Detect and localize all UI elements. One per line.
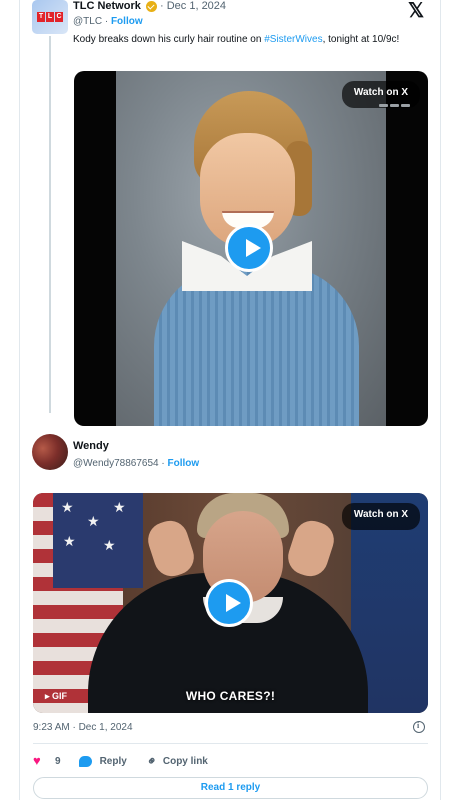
play-icon[interactable] — [225, 224, 273, 272]
reply-author-name[interactable]: Wendy — [73, 440, 109, 452]
reply-follow-button[interactable]: Follow — [168, 458, 200, 469]
gif-player[interactable]: ★ ★ ★ ★ ★ Watch on X ▸ GIF WHO CARES?! — [33, 493, 428, 713]
separator: · — [104, 16, 109, 27]
link-icon[interactable]: ⚭ — [143, 752, 160, 769]
logo-letter-t: T — [37, 12, 45, 22]
divider — [33, 743, 428, 744]
watch-progress-icon — [379, 104, 410, 107]
reply-button[interactable]: Reply — [100, 756, 127, 767]
heart-icon[interactable]: ♥ — [33, 754, 47, 767]
logo-letter-c: C — [55, 12, 63, 22]
tlc-avatar[interactable]: T L C — [32, 0, 68, 34]
video-player[interactable]: Watch on X — [74, 71, 428, 426]
separator: · — [161, 458, 165, 469]
tweet-date[interactable]: · Dec 1, 2024 — [160, 0, 226, 12]
verified-badge-icon — [146, 1, 157, 12]
info-icon[interactable] — [413, 721, 425, 733]
logo-letter-l: L — [46, 12, 54, 22]
read-replies-button[interactable]: Read 1 reply — [33, 777, 428, 799]
action-bar: ♥ 9 Reply ⚭ Copy link — [33, 752, 208, 769]
tlc-logo: T L C — [37, 12, 63, 22]
tweet-text-start: Kody breaks down his curly hair routine … — [73, 34, 265, 45]
wendy-avatar[interactable] — [32, 434, 68, 470]
x-logo-icon[interactable]: 𝕏 — [408, 0, 424, 23]
reply-author-handle[interactable]: @Wendy78867654 — [73, 458, 159, 469]
hashtag-link[interactable]: #SisterWives — [264, 34, 322, 45]
copy-link-button[interactable]: Copy link — [163, 756, 208, 767]
author-handle[interactable]: @TLC — [73, 16, 102, 27]
reply-author-handle-row: @Wendy78867654 · Follow — [73, 458, 199, 469]
play-icon[interactable] — [205, 579, 253, 627]
embed-border-left — [19, 0, 20, 800]
thumbnail-flag-canton: ★ ★ ★ ★ ★ — [53, 493, 143, 588]
author-handle-row: @TLC · Follow — [73, 16, 143, 27]
like-count[interactable]: 9 — [55, 756, 61, 767]
thumbnail-right-hand — [283, 516, 339, 581]
reply-timestamp[interactable]: 9:23 AM · Dec 1, 2024 — [33, 722, 133, 733]
watch-on-x-button[interactable]: Watch on X — [341, 503, 420, 530]
thumbnail-left-hand — [143, 516, 199, 581]
embed-border-right — [440, 0, 441, 800]
follow-button[interactable]: Follow — [111, 16, 143, 27]
author-name[interactable]: TLC Network — [73, 0, 141, 12]
reply-icon[interactable] — [78, 755, 92, 767]
tweet-text: Kody breaks down his curly hair routine … — [73, 32, 423, 47]
gif-caption: WHO CARES?! — [185, 689, 276, 703]
thread-connector — [49, 36, 51, 413]
tweet-text-end: , tonight at 10/9c! — [322, 34, 400, 45]
